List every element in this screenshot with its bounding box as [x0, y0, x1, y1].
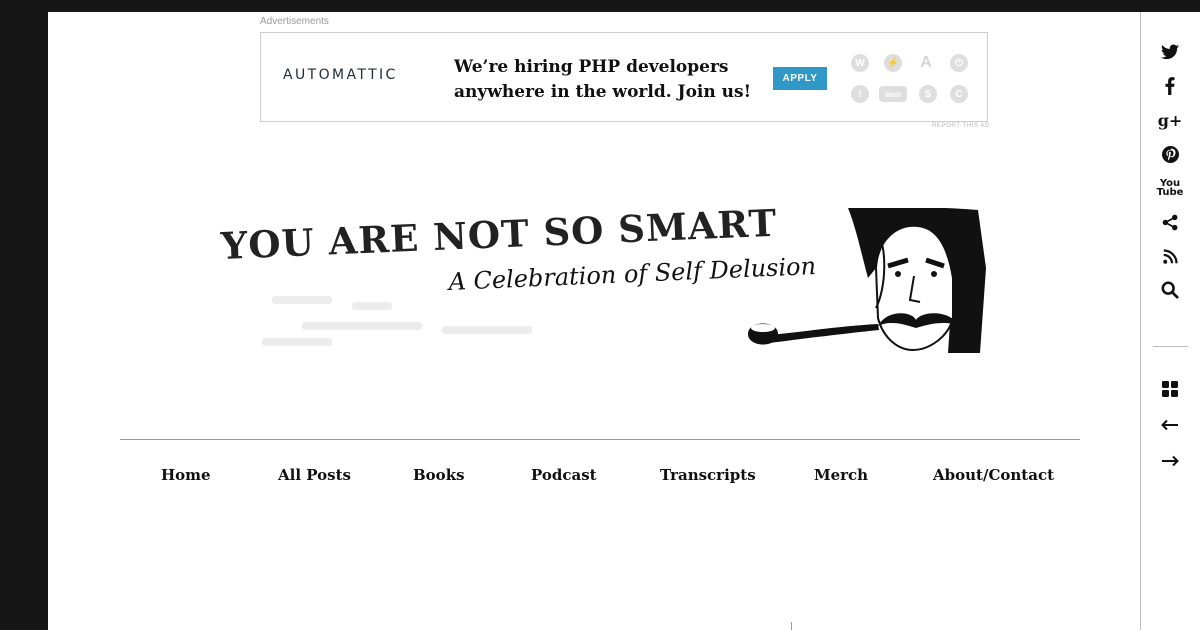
jetpack-icon: ⚡ — [884, 54, 902, 72]
youtube-icon[interactable]: You Tube — [1157, 176, 1184, 200]
wordpress-icon: W — [851, 54, 869, 72]
nav-item-merch[interactable]: Merch — [814, 466, 868, 484]
vaultpress-icon: ⏻ — [950, 54, 968, 72]
search-icon[interactable] — [1158, 278, 1182, 302]
simplenote-icon: ! — [851, 85, 869, 103]
nav-top-divider — [120, 439, 1080, 440]
nav-item-transcripts[interactable]: Transcripts — [660, 466, 756, 484]
content-column-divider — [791, 622, 792, 630]
arrow-left-icon[interactable] — [1158, 413, 1182, 437]
share-icon[interactable] — [1158, 210, 1182, 234]
ad-brand-logo[interactable]: AUTOMATTIC — [283, 67, 398, 83]
page-content: Advertisements AUTOMATTIC We’re hiring P… — [48, 12, 1140, 630]
grid-icon[interactable] — [1158, 377, 1182, 401]
nav-item-home[interactable]: Home — [161, 466, 211, 484]
nav-item-about-contact[interactable]: About/Contact — [933, 466, 1054, 484]
nav-item-podcast[interactable]: Podcast — [531, 466, 597, 484]
report-ad-link[interactable]: REPORT THIS AD — [932, 123, 990, 129]
nav-item-all-posts[interactable]: All Posts — [278, 466, 351, 484]
akismet-icon: A — [920, 54, 932, 71]
site-header-banner[interactable]: YOU ARE NOT SO SMART A Celebration of Se… — [216, 201, 986, 356]
mustache-man-illustration — [748, 208, 986, 353]
right-sidebar: g+ You Tube — [1140, 12, 1200, 630]
google-plus-icon[interactable]: g+ — [1158, 108, 1183, 132]
nav-item-books[interactable]: Books — [413, 466, 465, 484]
ad-apply-button[interactable]: APPLY — [773, 67, 827, 90]
twitter-icon[interactable] — [1158, 40, 1182, 64]
arrow-right-icon[interactable] — [1158, 449, 1182, 473]
woocommerce-icon: woo — [879, 86, 907, 102]
ad-headline[interactable]: We’re hiring PHP developers anywhere in … — [454, 55, 754, 105]
main-navigation: Home All Posts Books Podcast Transcripts… — [120, 466, 1080, 490]
facebook-icon[interactable] — [1158, 74, 1182, 98]
rss-icon[interactable] — [1158, 244, 1182, 268]
sidebar-divider — [1153, 346, 1188, 347]
top-frame — [0, 0, 1200, 12]
ad-label: Advertisements — [260, 16, 329, 27]
faded-background-text — [262, 292, 542, 350]
pinterest-icon[interactable] — [1158, 142, 1182, 166]
ad-product-icons: W ⚡ A ⏻ ! woo S C — [849, 53, 969, 107]
left-frame — [0, 12, 48, 630]
polldaddy-icon: S — [919, 85, 937, 103]
crowdsignal-icon: C — [950, 85, 968, 103]
ad-banner[interactable]: AUTOMATTIC We’re hiring PHP developers a… — [260, 32, 988, 122]
